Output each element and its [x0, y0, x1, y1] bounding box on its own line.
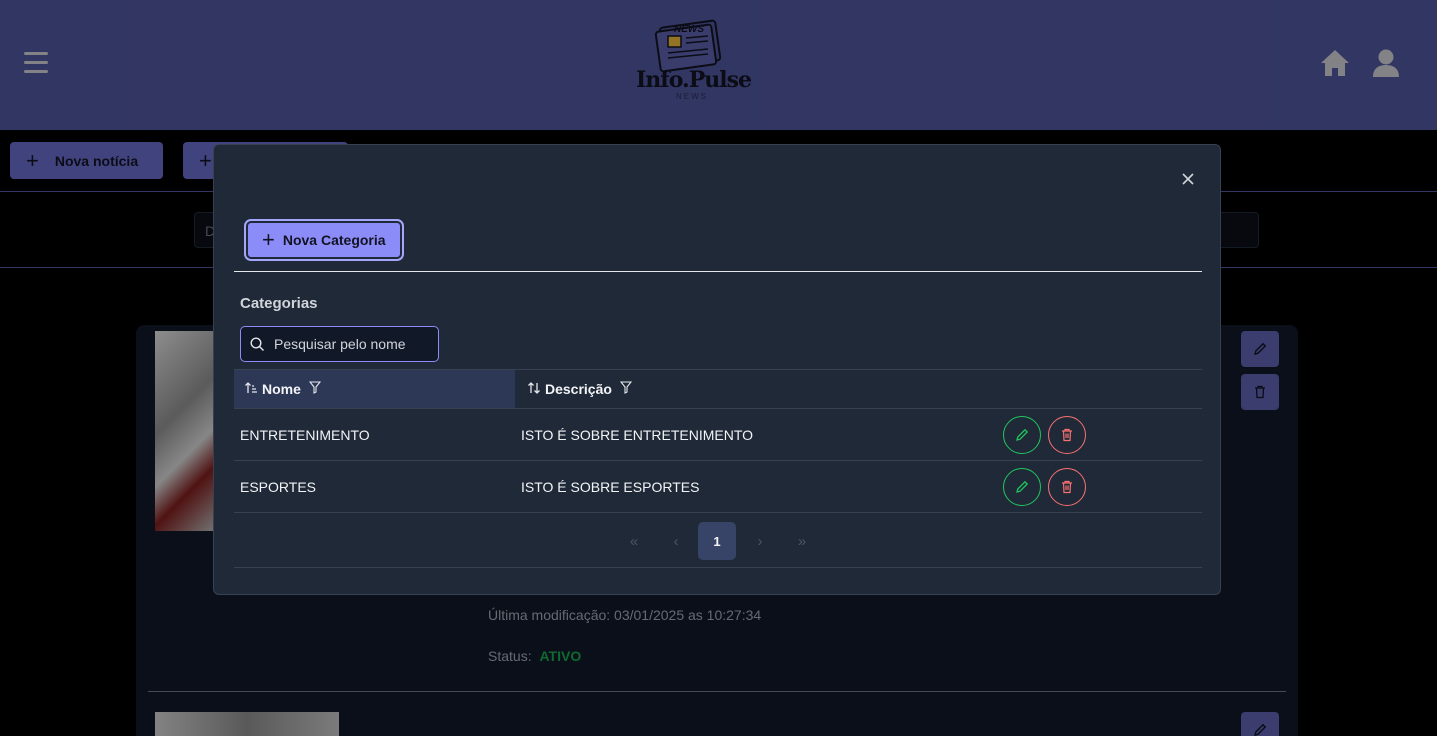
- first-page-icon[interactable]: «: [615, 522, 653, 560]
- nova-categoria-label: Nova Categoria: [282, 232, 386, 248]
- trash-icon: [1062, 480, 1072, 494]
- last-page-icon[interactable]: »: [783, 522, 821, 560]
- filter-icon[interactable]: [619, 381, 633, 397]
- nova-categoria-button[interactable]: + Nova Categoria: [244, 219, 404, 261]
- sort-icon[interactable]: [527, 381, 541, 398]
- delete-category-button[interactable]: [1048, 416, 1086, 454]
- categories-table: Nome Descrição ENTRETENIMENTO ISTO É SOB…: [234, 369, 1202, 513]
- edit-category-button[interactable]: [1003, 416, 1041, 454]
- close-icon[interactable]: [1176, 167, 1200, 191]
- column-label-descricao: Descrição: [545, 381, 612, 397]
- table-header: Nome Descrição: [234, 369, 1202, 409]
- plus-icon: +: [262, 227, 275, 252]
- column-header-descricao[interactable]: Descrição: [515, 370, 815, 408]
- cell-descricao: ISTO É SOBRE ESPORTES: [521, 479, 700, 495]
- next-page-icon[interactable]: ›: [741, 522, 779, 560]
- pagination: « ‹ 1 › »: [214, 522, 1222, 560]
- filter-icon[interactable]: [308, 381, 322, 397]
- search-field[interactable]: [240, 326, 439, 362]
- page-button-current[interactable]: 1: [698, 522, 736, 560]
- sort-ascending-icon[interactable]: [244, 381, 258, 398]
- categories-modal: + Nova Categoria Categorias Nome: [213, 144, 1221, 595]
- trash-icon: [1062, 428, 1072, 442]
- cell-nome: ESPORTES: [240, 479, 316, 495]
- cell-nome: ENTRETENIMENTO: [240, 427, 370, 443]
- pencil-icon: [1016, 480, 1029, 493]
- previous-page-icon[interactable]: ‹: [657, 522, 695, 560]
- table-row: ENTRETENIMENTO ISTO É SOBRE ENTRETENIMEN…: [234, 409, 1202, 461]
- search-input[interactable]: [274, 336, 424, 352]
- cell-descricao: ISTO É SOBRE ENTRETENIMENTO: [521, 427, 754, 443]
- delete-category-button[interactable]: [1048, 468, 1086, 506]
- section-title: Categorias: [240, 295, 318, 312]
- pencil-icon: [1016, 428, 1029, 441]
- search-icon: [250, 336, 264, 351]
- divider: [234, 567, 1202, 568]
- column-label-nome: Nome: [262, 381, 301, 397]
- table-row: ESPORTES ISTO É SOBRE ESPORTES: [234, 461, 1202, 513]
- divider: [234, 271, 1202, 272]
- column-header-nome[interactable]: Nome: [234, 370, 515, 408]
- edit-category-button[interactable]: [1003, 468, 1041, 506]
